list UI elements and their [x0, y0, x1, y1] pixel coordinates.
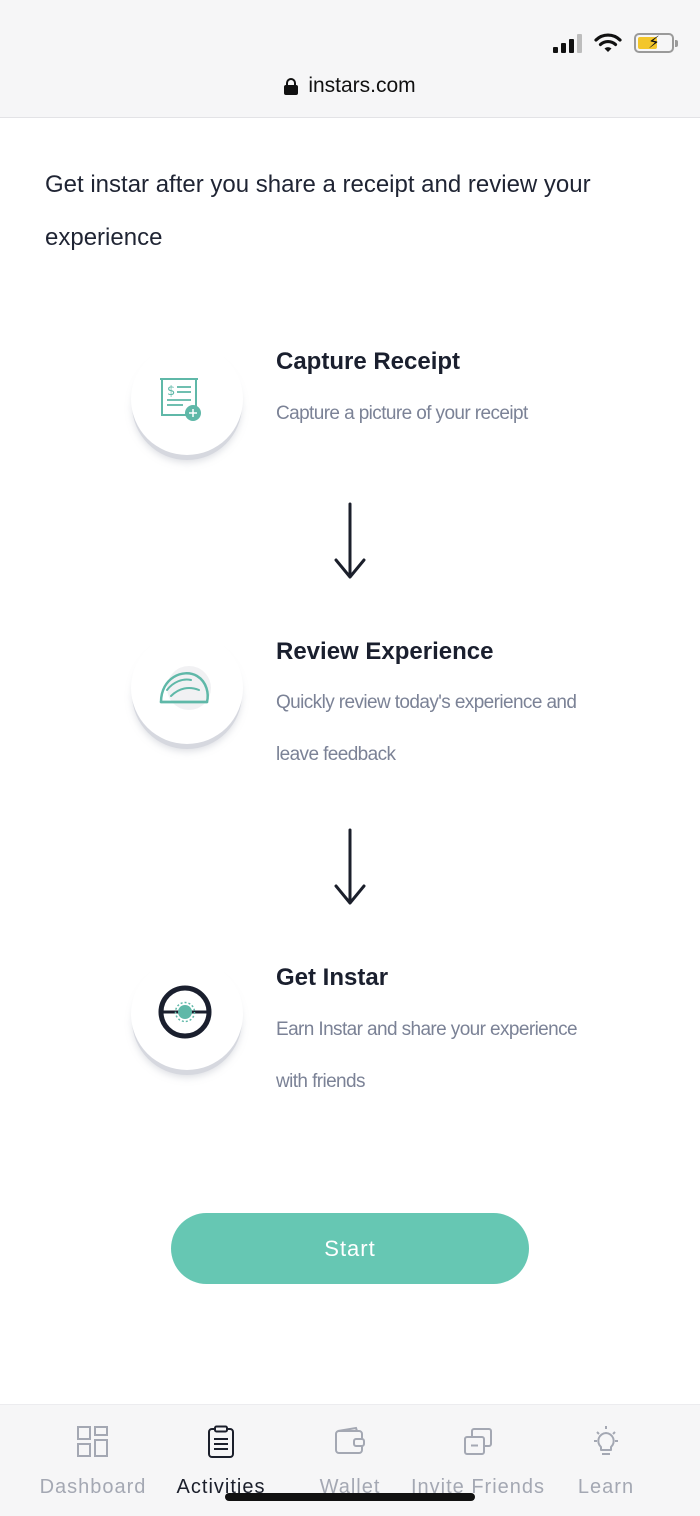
tab-label: Learn [577, 1476, 635, 1498]
grid-icon [77, 1426, 108, 1457]
step-title: Review Experience [276, 638, 494, 665]
tab-label: Dashboard [39, 1476, 147, 1498]
step-title: Capture Receipt [276, 348, 461, 375]
taco-icon [159, 666, 211, 710]
svg-text:$: $ [167, 384, 175, 399]
start-button[interactable]: Start [171, 1213, 529, 1284]
tab-dashboard[interactable]: Dashboard [23, 1405, 163, 1516]
url-text: instars.com [308, 74, 416, 97]
address-bar[interactable]: instars.com [0, 74, 700, 98]
receipt-icon: $ [160, 378, 201, 421]
browser-top-bar: ⚡ instars.com [0, 0, 700, 118]
intro-text: Get instar after you share a receipt and… [45, 171, 591, 251]
home-indicator [225, 1493, 475, 1501]
tab-learn[interactable]: Learn [536, 1405, 676, 1516]
wallet-icon [335, 1426, 365, 1454]
status-icons: ⚡ [553, 30, 678, 56]
arrow-down-icon [334, 828, 366, 905]
step-description: Earn Instar and share your experience wi… [276, 1019, 578, 1092]
lightbulb-icon [594, 1426, 618, 1455]
step-icon-circle [131, 958, 243, 1070]
wifi-icon [594, 33, 622, 52]
lock-icon [284, 77, 299, 95]
invite-icon [464, 1428, 492, 1455]
step-icon-circle [131, 632, 243, 744]
step-description: Quickly review today's experience and le… [276, 692, 577, 765]
cellular-signal-icon [553, 33, 582, 53]
arrow-down-icon [334, 502, 366, 579]
step-title: Get Instar [276, 964, 389, 991]
battery-icon: ⚡ [634, 33, 678, 53]
clipboard-icon [208, 1425, 234, 1458]
step-description: Capture a picture of your receipt [276, 403, 528, 424]
step-icon-circle: $ [131, 343, 243, 455]
instar-coin-icon [158, 985, 212, 1039]
